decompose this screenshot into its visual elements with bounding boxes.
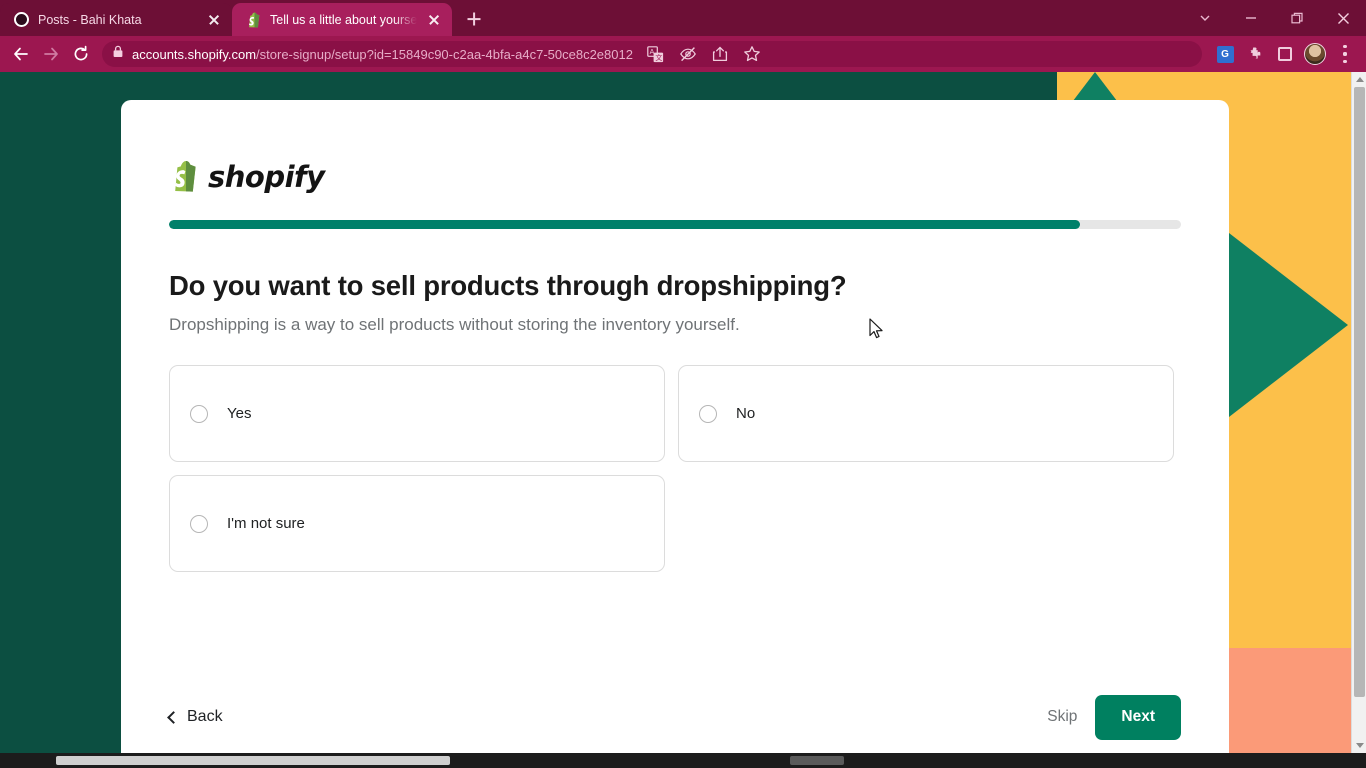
bookmark-star-icon[interactable]	[737, 39, 767, 69]
radio-icon[interactable]	[190, 404, 208, 423]
tab-shopify-setup[interactable]: Tell us a little about yourself — S	[232, 3, 452, 36]
mouse-cursor	[869, 318, 885, 340]
footer-actions: Skip Next	[1047, 694, 1181, 740]
google-translate-extension-icon[interactable]: G	[1210, 39, 1240, 69]
chrome-menu-kebab-icon[interactable]	[1330, 39, 1360, 69]
page-title: Do you want to sell products through dro…	[169, 270, 847, 301]
url-host: accounts.shopify.com	[132, 46, 257, 62]
horizontal-scrollbar[interactable]	[0, 753, 1366, 768]
option-yes[interactable]: Yes	[169, 365, 665, 462]
back-button[interactable]: Back	[167, 708, 223, 726]
translate-icon[interactable]: A 文	[641, 39, 671, 69]
url-text: accounts.shopify.com/store-signup/setup?…	[132, 47, 633, 62]
page-subtitle: Dropshipping is a way to sell products w…	[169, 315, 740, 334]
setup-progress-bar	[169, 220, 1181, 229]
chevron-left-icon	[167, 710, 180, 724]
eye-slash-icon[interactable]	[673, 39, 703, 69]
address-bar[interactable]: accounts.shopify.com/store-signup/setup?…	[102, 41, 1202, 67]
extensions-puzzle-icon[interactable]	[1240, 39, 1270, 69]
reload-icon[interactable]	[66, 39, 96, 69]
option-no[interactable]: No	[678, 365, 1174, 462]
browser-window: Posts - Bahi Khata Tell us a little abou…	[0, 0, 1366, 768]
setup-progress-fill	[169, 220, 1080, 229]
tab-title: Tell us a little about yourself — S	[270, 12, 417, 27]
side-panel-icon[interactable]	[1270, 39, 1300, 69]
url-path: /store-signup/setup?id=15849c90-c2aa-4bf…	[256, 46, 633, 62]
profile-avatar-icon[interactable]	[1300, 39, 1330, 69]
lock-icon	[112, 45, 124, 63]
window-controls	[1182, 0, 1366, 36]
close-icon[interactable]	[426, 12, 442, 28]
vertical-scrollbar-thumb[interactable]	[1354, 87, 1365, 697]
close-icon[interactable]	[206, 12, 222, 28]
tab-title: Posts - Bahi Khata	[38, 12, 142, 27]
option-label: I'm not sure	[227, 515, 305, 532]
scroll-down-arrow-icon[interactable]	[1352, 738, 1366, 753]
radio-icon[interactable]	[699, 404, 717, 423]
omnibox-action-icons: A 文	[641, 39, 767, 69]
option-label: Yes	[227, 405, 252, 422]
maximize-restore-button[interactable]	[1274, 2, 1320, 34]
tab-posts-bahi-khata[interactable]: Posts - Bahi Khata	[0, 3, 232, 36]
share-icon[interactable]	[705, 39, 735, 69]
new-tab-button[interactable]	[460, 5, 488, 33]
horizontal-scrollbar-thumb-secondary[interactable]	[790, 756, 844, 765]
radio-icon[interactable]	[190, 514, 208, 533]
tab-strip: Posts - Bahi Khata Tell us a little abou…	[0, 0, 1182, 36]
scroll-up-arrow-icon[interactable]	[1352, 72, 1366, 87]
tab-search-chevron-down-icon[interactable]	[1182, 2, 1228, 34]
browser-title-bar: Posts - Bahi Khata Tell us a little abou…	[0, 0, 1366, 36]
decor-peach-block	[1229, 648, 1351, 768]
page-viewport: shopify Do you want to sell products thr…	[0, 72, 1366, 768]
decor-green-triangle-right	[1229, 233, 1348, 417]
forward-arrow-icon[interactable]	[36, 39, 66, 69]
browser-nav-bar: accounts.shopify.com/store-signup/setup?…	[0, 36, 1366, 72]
options-group: Yes No I'm not sure	[169, 365, 1175, 572]
shopify-bag-icon	[246, 12, 261, 28]
signup-card: shopify Do you want to sell products thr…	[121, 100, 1229, 768]
option-label: No	[736, 405, 756, 422]
shopify-logo: shopify	[169, 100, 1181, 194]
option-im-not-sure[interactable]: I'm not sure	[169, 475, 665, 572]
next-button[interactable]: Next	[1095, 694, 1181, 740]
svg-text:文: 文	[656, 53, 663, 62]
shopify-wordmark: shopify	[208, 160, 325, 194]
shopify-bag-icon	[169, 160, 199, 194]
circle-ring-icon	[14, 12, 29, 27]
horizontal-scrollbar-thumb[interactable]	[56, 756, 450, 765]
back-button-label: Back	[187, 708, 223, 725]
back-arrow-icon[interactable]	[6, 39, 36, 69]
skip-button[interactable]: Skip	[1047, 708, 1077, 726]
close-window-button[interactable]	[1320, 2, 1366, 34]
vertical-scrollbar[interactable]	[1351, 72, 1366, 753]
minimize-button[interactable]	[1228, 2, 1274, 34]
